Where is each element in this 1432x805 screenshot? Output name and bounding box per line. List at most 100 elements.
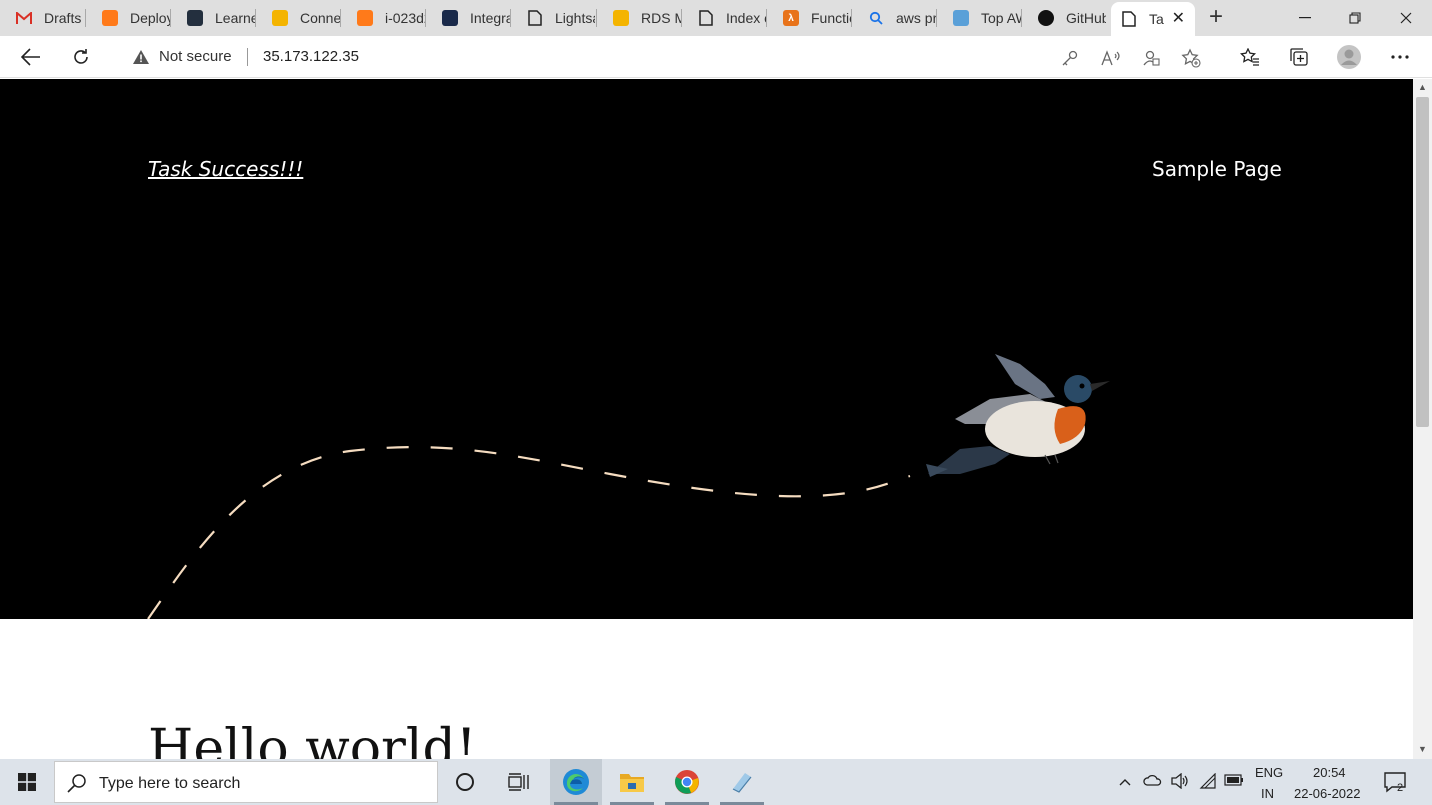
- clock-time[interactable]: 20:54: [1313, 765, 1346, 780]
- tab-title: Top AW: [981, 10, 1021, 26]
- taskbar-search-box[interactable]: Type here to search: [54, 761, 438, 803]
- taskbar: Type here to search ENG IN 20:54 22-06-2…: [0, 759, 1432, 805]
- tab-integra-5[interactable]: Integra: [426, 0, 510, 36]
- tray-chevron-icon[interactable]: [1119, 773, 1131, 789]
- search-placeholder: Type here to search: [99, 775, 241, 792]
- start-button[interactable]: [0, 759, 54, 805]
- tab-title: Deploy: [130, 10, 170, 26]
- tab-gmail-0[interactable]: Drafts (: [0, 0, 84, 36]
- page-viewport: Task Success!!! Sample Page Hello world!: [0, 79, 1413, 759]
- tab-separator: [851, 9, 852, 27]
- aws-box-icon: [613, 10, 629, 26]
- scroll-up-arrow-icon[interactable]: ▲: [1418, 82, 1427, 92]
- taskbar-app-icon[interactable]: [716, 759, 768, 805]
- key-icon[interactable]: [1059, 47, 1081, 69]
- profile-avatar[interactable]: [1335, 43, 1363, 71]
- security-label[interactable]: Not secure: [159, 48, 232, 65]
- new-tab-button[interactable]: +: [1203, 4, 1229, 30]
- tab-title: Drafts (: [44, 10, 84, 26]
- tab-title: Integra: [470, 10, 510, 26]
- tab-ib-11[interactable]: Top AW: [937, 0, 1021, 36]
- scroll-thumb[interactable]: [1416, 97, 1429, 427]
- language-indicator[interactable]: ENG: [1255, 765, 1283, 780]
- bird-icon: [926, 354, 1110, 477]
- favorites-button[interactable]: [1236, 43, 1264, 71]
- tab-github-12[interactable]: GitHub: [1022, 0, 1106, 36]
- page-scrollbar[interactable]: ▲ ▼: [1413, 79, 1432, 759]
- navigation-bar: Not secure 35.173.122.35: [0, 36, 1432, 78]
- search-icon: [868, 10, 884, 26]
- tab-separator: [425, 9, 426, 27]
- page-icon: [698, 10, 714, 26]
- tab-separator: [596, 9, 597, 27]
- scroll-down-arrow-icon[interactable]: ▼: [1418, 744, 1427, 754]
- collections-button[interactable]: [1285, 43, 1313, 71]
- tab-lambda-9[interactable]: λ Functio: [767, 0, 851, 36]
- tab-title: Index o: [726, 10, 766, 26]
- task-view-button[interactable]: [493, 759, 545, 805]
- battery-icon[interactable]: [1224, 773, 1244, 789]
- refresh-button[interactable]: [67, 43, 95, 71]
- tab-strip: Drafts ( Deploy Learner Connec i-023d2 Integr…: [0, 0, 1432, 36]
- tab-separator: [255, 9, 256, 27]
- tab-title: Ta: [1149, 11, 1164, 27]
- tab-title: Functio: [811, 10, 851, 26]
- aws-cube-icon: [102, 10, 118, 26]
- add-favorite-icon[interactable]: [1180, 47, 1202, 69]
- tab-aws-box-7[interactable]: RDS M: [597, 0, 681, 36]
- aws-cube-icon: [357, 10, 373, 26]
- volume-icon[interactable]: [1171, 772, 1189, 792]
- settings-more-button[interactable]: [1386, 43, 1414, 71]
- close-tab-icon[interactable]: ✕: [1172, 11, 1185, 27]
- tab-aws-cube-4[interactable]: i-023d2: [341, 0, 425, 36]
- gmail-icon: [16, 10, 32, 26]
- integra-icon: [442, 10, 458, 26]
- tab-page-8[interactable]: Index o: [682, 0, 766, 36]
- tab-separator: [85, 9, 86, 27]
- tab-aws-logo-2[interactable]: Learner: [171, 0, 255, 36]
- divider: [247, 48, 248, 66]
- site-header: Task Success!!! Sample Page: [0, 79, 1413, 619]
- taskbar-file-explorer-icon[interactable]: [606, 759, 658, 805]
- tab-search-10[interactable]: aws pro: [852, 0, 936, 36]
- tab-title: aws pro: [896, 10, 936, 26]
- page-icon: [527, 10, 543, 26]
- tab-title: i-023d2: [385, 10, 425, 26]
- tab-separator: [766, 9, 767, 27]
- language-region[interactable]: IN: [1261, 786, 1274, 801]
- dashed-flight-path: [147, 446, 911, 619]
- header-illustration: [147, 354, 1110, 619]
- task-view-cortana-button[interactable]: [439, 759, 491, 805]
- notification-count: 2: [1397, 782, 1404, 794]
- tab-aws-cube-1[interactable]: Deploy: [86, 0, 170, 36]
- tab-separator: [936, 9, 937, 27]
- ib-icon: [953, 10, 969, 26]
- close-window-button[interactable]: [1381, 0, 1431, 36]
- clock-date[interactable]: 22-06-2022: [1294, 786, 1361, 801]
- search-icon: [67, 773, 87, 798]
- tab-separator: [340, 9, 341, 27]
- profile-sync-icon[interactable]: [1140, 47, 1162, 69]
- wifi-icon[interactable]: [1199, 772, 1217, 792]
- warning-icon[interactable]: [132, 49, 150, 70]
- windows-icon: [18, 773, 36, 791]
- restore-button[interactable]: [1330, 0, 1380, 36]
- tab-title: Connec: [300, 10, 340, 26]
- onedrive-icon[interactable]: [1143, 773, 1163, 792]
- back-button[interactable]: [17, 43, 45, 71]
- taskbar-chrome-icon[interactable]: [661, 759, 713, 805]
- address-bar[interactable]: Not secure 35.173.122.35: [112, 41, 1217, 73]
- aws-logo-icon: [187, 10, 203, 26]
- aws-box-icon: [272, 10, 288, 26]
- tab-aws-box-3[interactable]: Connec: [256, 0, 340, 36]
- url-text[interactable]: 35.173.122.35: [263, 48, 359, 65]
- tab-separator: [681, 9, 682, 27]
- read-aloud-icon[interactable]: [1100, 47, 1122, 69]
- tab-active[interactable]: Ta ✕: [1111, 2, 1195, 36]
- tab-page-6[interactable]: Lightsa: [511, 0, 595, 36]
- minimize-button[interactable]: [1280, 0, 1330, 36]
- tab-separator: [1021, 9, 1022, 27]
- taskbar-edge-icon[interactable]: [550, 759, 602, 805]
- post-title[interactable]: Hello world!: [148, 719, 477, 759]
- tab-title: GitHub: [1066, 10, 1106, 26]
